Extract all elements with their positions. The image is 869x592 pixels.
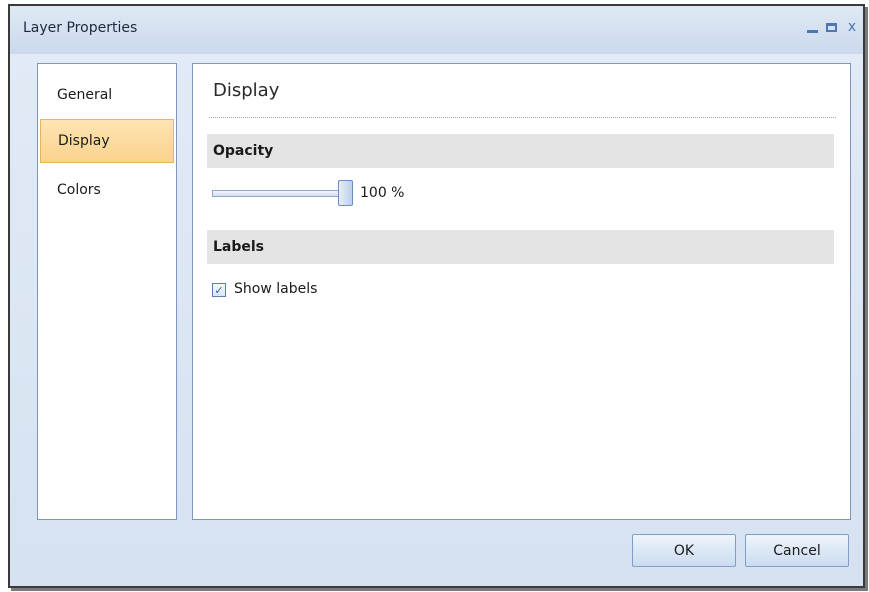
show-labels-checkbox[interactable]: ✓ [212, 283, 226, 297]
ok-button[interactable]: OK [632, 534, 736, 567]
layer-properties-dialog: Layer Properties x General Display Color… [8, 4, 865, 588]
dialog-title: Layer Properties [23, 20, 138, 36]
minimize-button[interactable] [802, 17, 822, 37]
opacity-section-header: Opacity [207, 134, 834, 168]
cancel-button-label: Cancel [773, 542, 821, 559]
title-bar[interactable]: Layer Properties x [10, 6, 863, 54]
cancel-button[interactable]: Cancel [745, 534, 849, 567]
nav-item-label: Colors [57, 182, 101, 198]
close-button[interactable]: x [842, 17, 862, 37]
show-labels-label[interactable]: Show labels [234, 281, 317, 297]
maximize-button[interactable] [821, 17, 841, 37]
nav-item-display[interactable]: Display [40, 119, 174, 163]
ok-button-label: OK [673, 542, 695, 559]
opacity-value: 100 % [360, 185, 405, 201]
nav-item-label: Display [58, 133, 110, 149]
title-divider [209, 117, 836, 118]
maximize-icon [825, 22, 837, 32]
nav-item-label: General [57, 87, 113, 103]
labels-section-header: Labels [207, 230, 834, 264]
labels-header-label: Labels [213, 239, 265, 255]
minimize-icon [806, 29, 818, 33]
checkmark-icon: ✓ [214, 283, 224, 297]
nav-item-colors[interactable]: Colors [40, 168, 174, 212]
opacity-slider-thumb[interactable] [338, 180, 353, 206]
opacity-slider-track[interactable] [212, 190, 342, 197]
category-nav: General Display Colors [37, 63, 177, 520]
nav-item-general[interactable]: General [40, 73, 174, 117]
display-panel: Display Opacity 100 % Labels ✓ Show labe… [192, 63, 851, 520]
panel-title: Display [213, 80, 280, 101]
opacity-header-label: Opacity [213, 143, 274, 159]
close-icon: x [847, 19, 857, 35]
